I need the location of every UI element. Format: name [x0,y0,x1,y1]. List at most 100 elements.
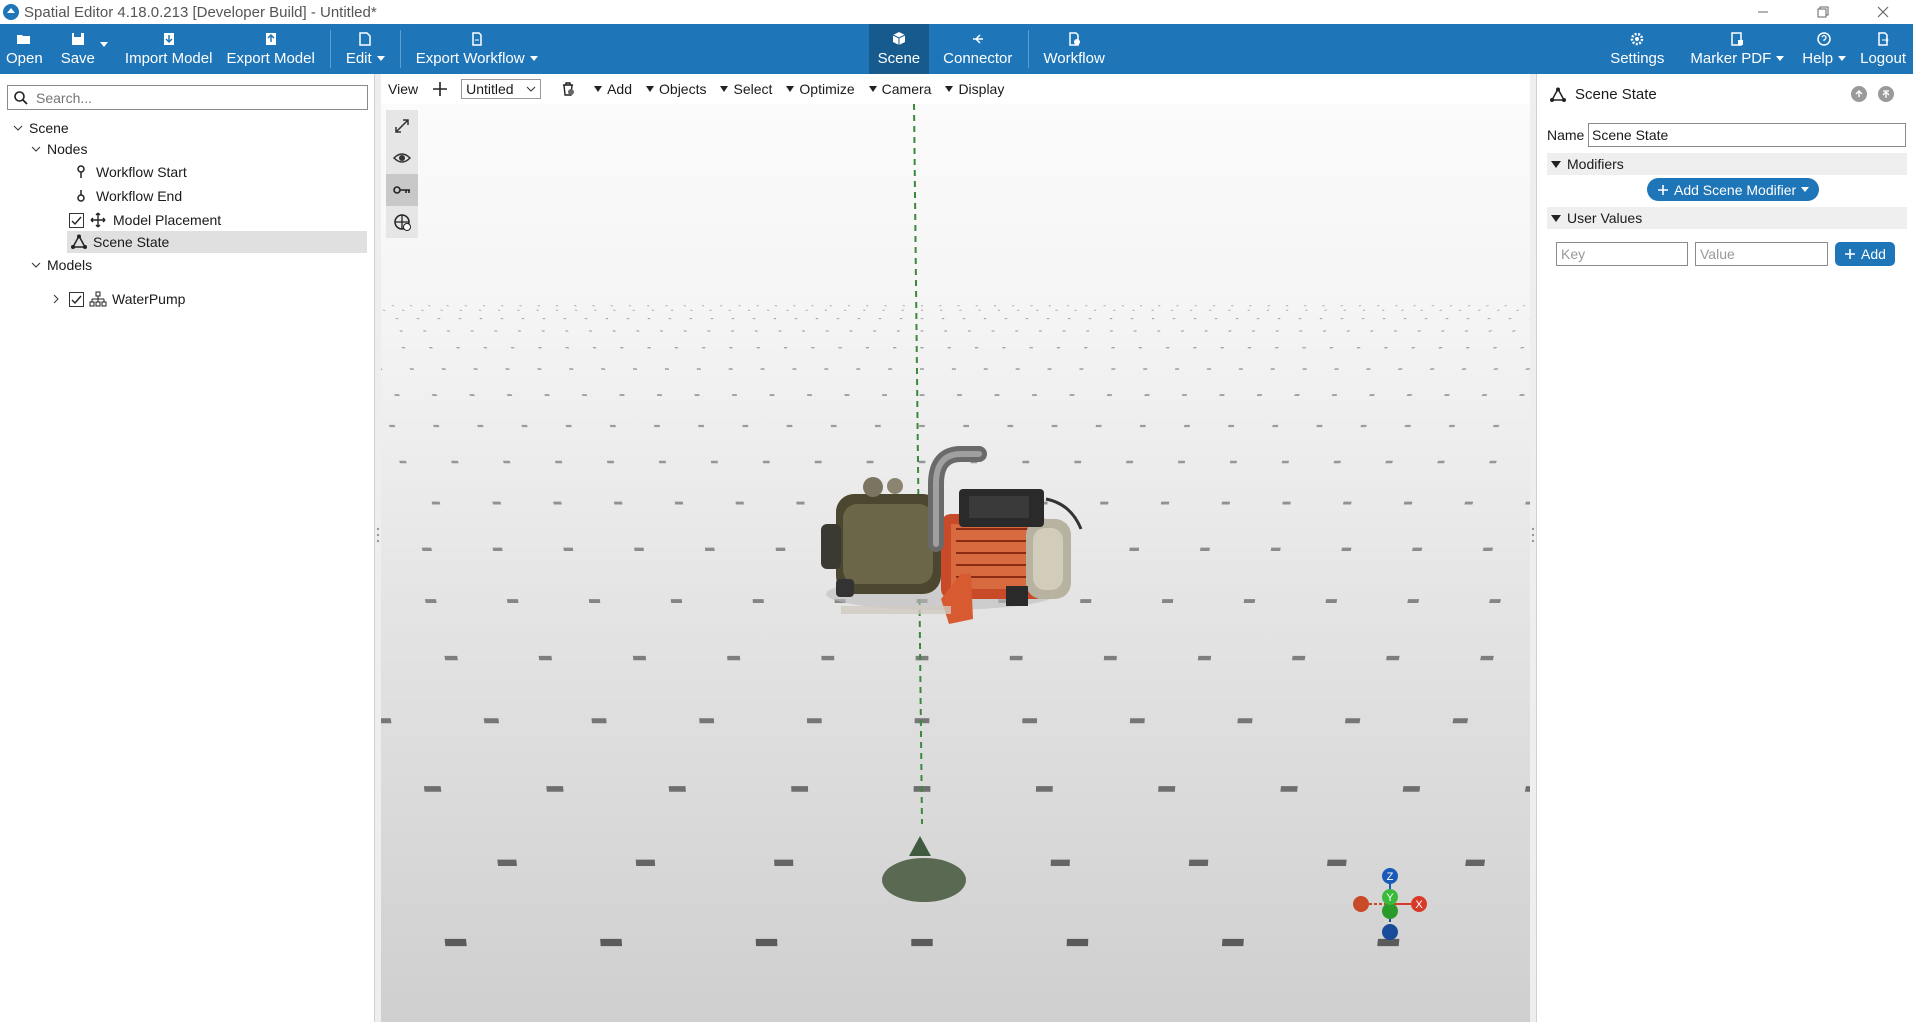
grid-dash [1074,309,1078,311]
grid-dash [838,346,842,349]
grid-dash [1270,547,1281,552]
restore-button[interactable] [1793,0,1853,24]
neg-y-axis-handle[interactable] [1382,903,1398,919]
neg-z-axis-handle[interactable] [1382,924,1398,940]
grid-dash [836,317,840,320]
value-input[interactable]: Value [1695,242,1828,266]
move-up-icon[interactable] [1851,86,1867,102]
tree-item-model-placement[interactable]: Model Placement [69,209,221,231]
tab-workflow[interactable]: Workflow [1031,24,1116,74]
chevron-down-icon[interactable] [1801,187,1810,192]
add-menu[interactable]: Add [587,81,639,97]
add-target-button[interactable] [386,206,418,238]
select-menu[interactable]: Select [713,81,779,97]
toggle-visibility-button[interactable] [386,142,418,174]
chevron-down-icon[interactable] [30,259,42,271]
tab-connector[interactable]: Connector [929,24,1026,74]
key-input[interactable]: Key [1556,242,1688,266]
grid-dash [727,655,741,661]
add-view-button[interactable] [425,81,455,97]
minimize-button[interactable] [1733,0,1793,24]
help-button[interactable]: Help [1796,24,1852,74]
grid-dash [1012,305,1015,307]
add-scene-modifier-button[interactable]: Add Scene Modifier [1647,178,1820,201]
modifiers-section-header[interactable]: Modifiers [1547,153,1907,175]
optimize-menu[interactable]: Optimize [779,81,861,97]
grid-dash [1256,394,1263,397]
grid-dash [1111,346,1115,349]
edit-label: Edit [345,50,372,67]
chevron-down-icon [945,86,954,92]
export-workflow-button[interactable]: Export Workflow [409,24,545,74]
save-dropdown-icon[interactable] [99,42,108,47]
chevron-down-icon[interactable] [12,122,24,134]
grid-dash [983,368,988,370]
scene-tab-label: Scene [877,50,921,67]
marker-pdf-button[interactable]: Marker PDF [1678,24,1796,74]
scene-canvas[interactable]: X Z Y [381,104,1530,1022]
visibility-checkbox[interactable] [69,212,84,228]
grid-dash [647,346,652,349]
close-button[interactable] [1853,0,1913,24]
export-workflow-label: Export Workflow [415,50,525,67]
grid-dash [844,394,850,397]
grid-dash [1093,309,1097,311]
grid-dash [1133,330,1137,332]
grid-dash [1016,309,1020,311]
chevron-right-icon[interactable] [50,293,62,305]
search-box[interactable] [7,85,368,110]
tree-item-workflow-start[interactable]: Workflow Start [72,161,187,183]
end-pin-icon [72,188,90,204]
visibility-checkbox[interactable] [69,291,84,307]
neg-x-axis-handle[interactable] [1353,896,1369,912]
fit-view-button[interactable] [386,110,418,142]
display-menu[interactable]: Display [938,81,1011,97]
edit-icon [359,32,371,46]
grid-dash [689,317,693,320]
grid-dash [786,309,789,311]
camera-menu[interactable]: Camera [862,81,939,97]
3d-viewport[interactable]: View Untitled Add Objects Select Optimiz… [381,74,1530,1022]
user-values-section-header[interactable]: User Values [1547,207,1907,229]
grid-dash [794,317,798,320]
objects-menu[interactable]: Objects [639,81,713,97]
add-user-value-button[interactable]: Add [1835,242,1895,266]
name-field[interactable]: Scene State [1588,123,1906,147]
tree-item-scene[interactable]: Scene [12,117,69,139]
panel-header: Scene State [1549,86,1657,103]
delete-view-button[interactable] [553,81,583,97]
grid-dash [1086,330,1090,332]
tree-item-models[interactable]: Models [30,254,92,276]
settings-button[interactable]: Settings [1596,24,1678,74]
tree-item-waterpump[interactable]: WaterPump [50,288,185,310]
grid-dash [729,346,733,349]
marker-pdf-label: Marker PDF [1690,50,1772,67]
grid-dash [1160,501,1170,505]
export-model-button[interactable]: Export Model [219,24,321,74]
import-model-button[interactable]: Import Model [118,24,220,74]
tree-item-nodes[interactable]: Nodes [30,138,87,160]
edit-button[interactable]: Edit [339,24,392,74]
view-label: View [381,81,425,97]
tree-label: Nodes [47,141,88,157]
open-button[interactable]: Open [0,24,50,74]
expand-icon [395,119,409,133]
chevron-down-icon[interactable] [30,143,42,155]
plus-icon [1845,249,1855,259]
grid-dash [1221,938,1244,947]
grid-dash [974,346,979,349]
logout-button[interactable]: Logout [1852,24,1913,74]
grid-dash [760,368,765,370]
view-select[interactable]: Untitled [461,79,542,99]
search-input[interactable] [36,89,356,106]
key-tool-button[interactable] [386,174,418,206]
grid-dash [444,655,458,661]
tree-item-scene-state[interactable]: Scene State [67,231,367,253]
tab-scene[interactable]: Scene [868,24,930,74]
grid-dash [1030,305,1033,307]
tree-item-workflow-end[interactable]: Workflow End [72,185,182,207]
panel-title: Scene State [1575,86,1657,103]
save-button[interactable]: Save [54,24,108,74]
grid-dash [1333,460,1342,464]
collapse-up-icon[interactable] [1878,86,1894,102]
